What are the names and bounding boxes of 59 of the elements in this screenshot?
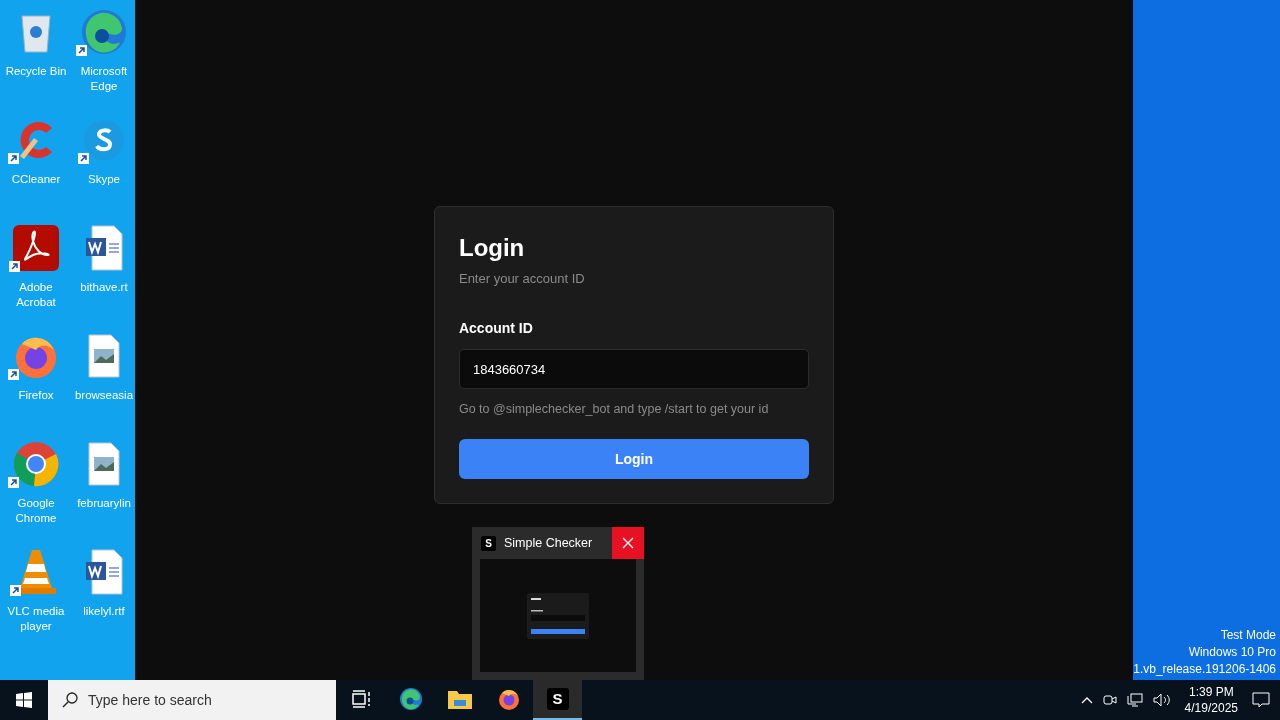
desktop-icon[interactable]: februarylin <box>72 432 135 540</box>
desktop-icon[interactable]: bithave.rt <box>72 216 135 324</box>
desktop-icon[interactable]: Microsoft Edge <box>72 0 135 108</box>
card-title: Login <box>458 232 526 263</box>
test-mode-text: 1.vb_release.191206-1406 <box>1133 661 1276 678</box>
volume-icon <box>1152 693 1171 707</box>
word-document-icon <box>84 548 124 596</box>
desktop-icon[interactable]: VLC media player <box>0 540 72 648</box>
app-icon: S <box>481 535 496 551</box>
clock[interactable]: 1:39 PM 4/19/2025 <box>1184 684 1238 716</box>
app-icon: S <box>546 688 569 710</box>
desktop-icon[interactable]: Skype <box>72 108 135 216</box>
desktop-icon[interactable]: Google Chrome <box>0 432 72 540</box>
icon-label: Skype <box>87 172 121 187</box>
task-view-icon <box>351 690 372 708</box>
windows-logo-icon <box>16 692 32 708</box>
camera-icon <box>1102 693 1117 707</box>
desktop-icon[interactable]: Recycle Bin <box>0 0 72 108</box>
hint-text: Go to @simplechecker_bot and type /start to get your id <box>458 401 770 419</box>
icon-label: februarylin <box>76 496 132 511</box>
chevron-up-icon <box>1080 696 1093 704</box>
acrobat-icon <box>13 225 59 271</box>
folder-icon <box>446 688 473 710</box>
account-id-field[interactable]: 1843660734 <box>458 349 809 390</box>
icon-label: Google Chrome <box>14 496 58 526</box>
image-file-icon <box>85 441 123 487</box>
close-icon <box>622 537 634 549</box>
test-mode-text: Windows 10 Pro <box>1188 644 1276 661</box>
icon-label: Adobe Acrobat <box>15 280 57 310</box>
card-subtitle: Enter your account ID <box>458 269 586 288</box>
login-button[interactable]: Login <box>458 439 809 480</box>
icon-label: CCleaner <box>10 172 62 187</box>
test-mode-text: Test Mode <box>1220 627 1276 644</box>
field-label: Account ID <box>458 319 534 339</box>
edge-icon <box>80 8 128 56</box>
search-icon <box>62 692 78 708</box>
image-file-icon <box>85 333 123 379</box>
skype-icon <box>82 118 126 162</box>
search-field[interactable]: Type here to search <box>48 680 336 720</box>
window-preview-drawing <box>527 592 589 639</box>
icon-label: bithave.rt <box>79 280 129 295</box>
word-document-icon <box>84 224 124 272</box>
desktop-icon[interactable]: Adobe Acrobat <box>0 216 72 324</box>
desktop-icon[interactable]: likelyl.rtf <box>72 540 135 648</box>
notifications-icon <box>1252 692 1270 708</box>
desktop-icon[interactable]: Firefox <box>0 324 72 432</box>
preview-title: Simple Checker <box>504 534 594 552</box>
icon-label: Microsoft Edge <box>79 64 129 94</box>
icon-label: Recycle Bin <box>4 64 68 79</box>
network-icon <box>1126 693 1143 707</box>
desktop-icon[interactable]: CCleaner <box>0 108 72 216</box>
edge-icon <box>397 687 424 711</box>
chrome-icon <box>12 440 60 488</box>
icon-label: browseasia <box>73 388 135 403</box>
icon-label: VLC media player <box>6 604 66 634</box>
icon-label: Firefox <box>17 388 55 403</box>
icon-label: likelyl.rtf <box>82 604 126 619</box>
desktop-icon[interactable]: browseasia <box>72 324 135 432</box>
taskbar-button[interactable]: S <box>533 680 582 720</box>
